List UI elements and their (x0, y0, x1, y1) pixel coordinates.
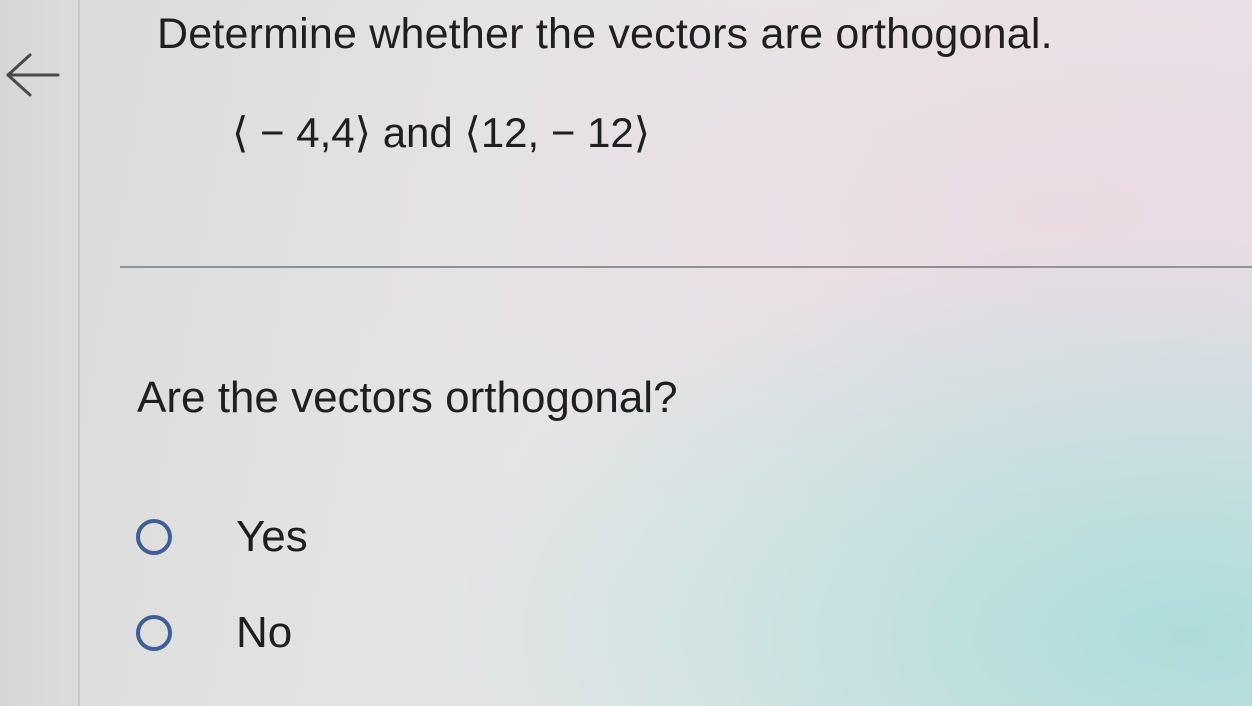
option-yes[interactable]: Yes (136, 512, 308, 562)
arrow-left-icon[interactable] (4, 52, 62, 98)
question-prompt: Are the vectors orthogonal? (137, 373, 678, 422)
vectors-expression: ⟨ − 4,4⟩ and ⟨12, − 12⟩ (232, 109, 651, 156)
problem-instruction: Determine whether the vectors are orthog… (157, 10, 1053, 58)
option-no[interactable]: No (136, 608, 292, 658)
left-panel (0, 0, 80, 706)
divider (120, 266, 1252, 268)
radio-button-yes[interactable] (136, 519, 172, 555)
option-label-no[interactable]: No (236, 608, 292, 658)
option-label-yes[interactable]: Yes (236, 512, 308, 562)
radio-button-no[interactable] (136, 615, 172, 651)
